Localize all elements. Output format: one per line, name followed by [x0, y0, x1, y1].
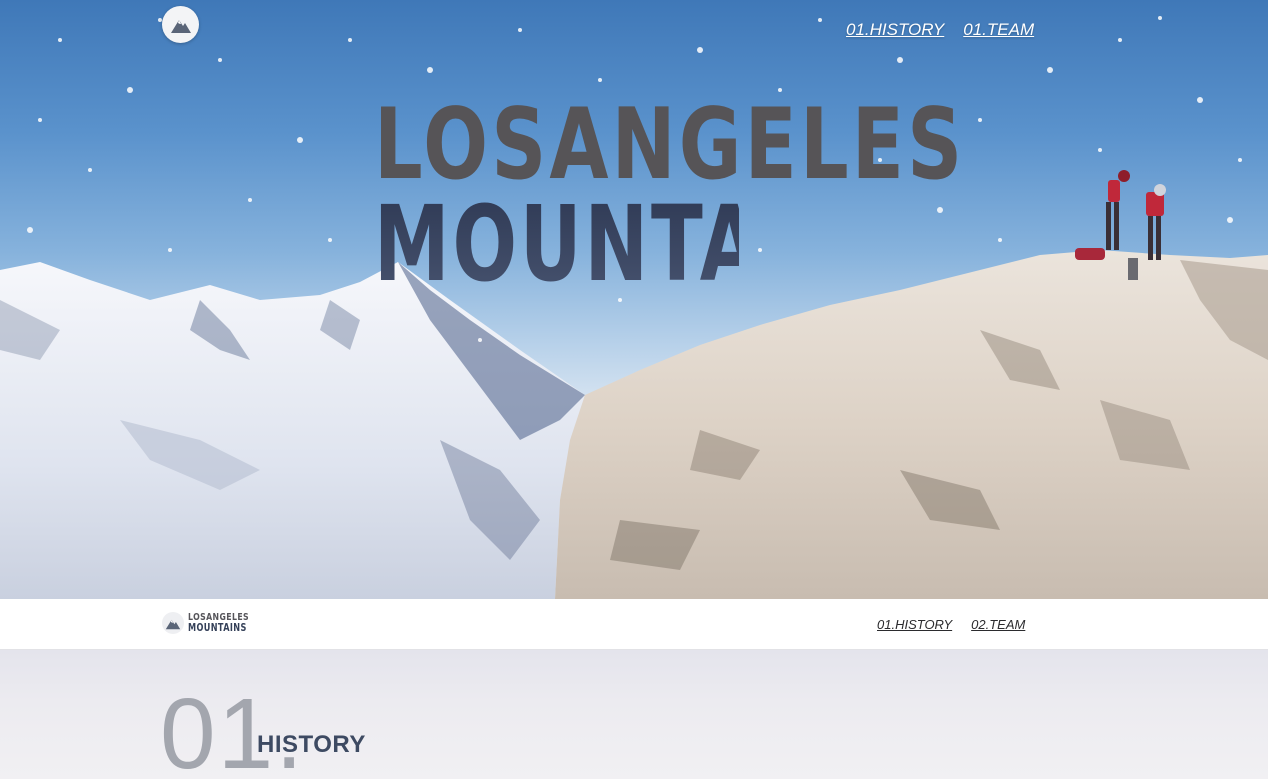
history-section: 01. HISTORY: [0, 650, 1268, 779]
header-navigation: 01.HISTORY 02.TEAM: [877, 617, 1025, 632]
header-logo-line2: MOUNTAINS: [188, 621, 247, 634]
mountain-icon: [162, 612, 184, 634]
section-title: HISTORY: [257, 731, 366, 758]
header-nav-link-history[interactable]: 01.HISTORY: [877, 617, 952, 632]
home-logo[interactable]: [162, 6, 199, 43]
sticky-header: LOSANGELES MOUNTAINS 01.HISTORY 02.TEAM: [0, 599, 1268, 650]
mountain-icon: [170, 19, 191, 33]
nav-link-history[interactable]: 01.HISTORY: [846, 20, 944, 40]
header-logo[interactable]: LOSANGELES MOUNTAINS: [162, 612, 267, 634]
hero-navigation: 01.HISTORY 01.TEAM: [846, 20, 1034, 40]
hero-title: LOSANGELES MOUNTAINS: [374, 88, 966, 305]
hero-title-line2: MOUNTAINS: [374, 183, 917, 305]
hero-section: 01.HISTORY 01.TEAM LOSANGELES MOUNTAINS: [0, 0, 1268, 599]
hero-title-line1: LOSANGELES: [374, 88, 966, 202]
nav-link-team[interactable]: 01.TEAM: [963, 20, 1034, 40]
header-nav-link-team[interactable]: 02.TEAM: [971, 617, 1025, 632]
